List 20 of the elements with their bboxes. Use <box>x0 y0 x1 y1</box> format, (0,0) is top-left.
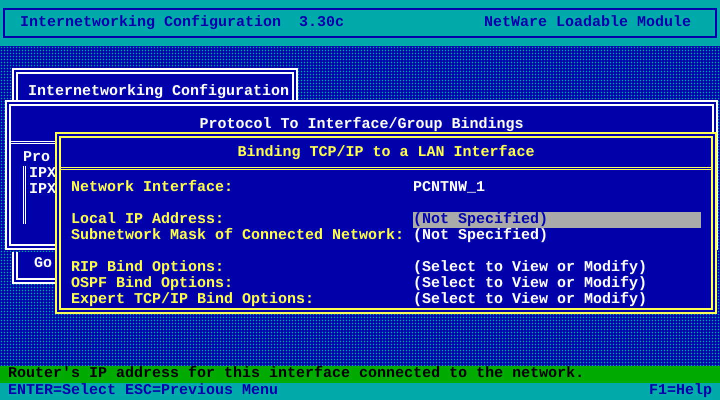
app-title: Internetworking Configuration 3.30c <box>20 15 344 33</box>
field-value[interactable]: (Not Specified) <box>413 228 548 244</box>
module-label: NetWare Loadable Module <box>484 15 691 33</box>
field-label: OSPF Bind Options: <box>71 276 234 292</box>
field-label: Expert TCP/IP Bind Options: <box>71 292 316 308</box>
field-label: Network Interface: <box>71 180 234 196</box>
column-heading: Pro <box>23 150 50 166</box>
key-help: ENTER=Select ESC=Previous Menu <box>8 383 278 400</box>
field-label: RIP Bind Options: <box>71 260 226 276</box>
field-label: Local IP Address: <box>71 212 224 228</box>
field-value[interactable]: (Select to View or Modify) <box>413 260 648 276</box>
dialog-title: Binding TCP/IP to a LAN Interface <box>61 138 711 170</box>
field-value[interactable]: (Not Specified) <box>413 212 701 228</box>
field-value[interactable]: PCNTNW_1 <box>413 180 486 196</box>
field-value[interactable]: (Select to View or Modify) <box>413 276 648 292</box>
field-value[interactable]: (Select to View or Modify) <box>413 292 648 308</box>
window-title: Internetworking Configuration <box>28 83 290 100</box>
field-label: Subnetwork Mask of Connected Network: <box>71 228 406 244</box>
menu-item[interactable]: Go <box>34 255 52 272</box>
help-key: F1=Help <box>648 383 712 400</box>
